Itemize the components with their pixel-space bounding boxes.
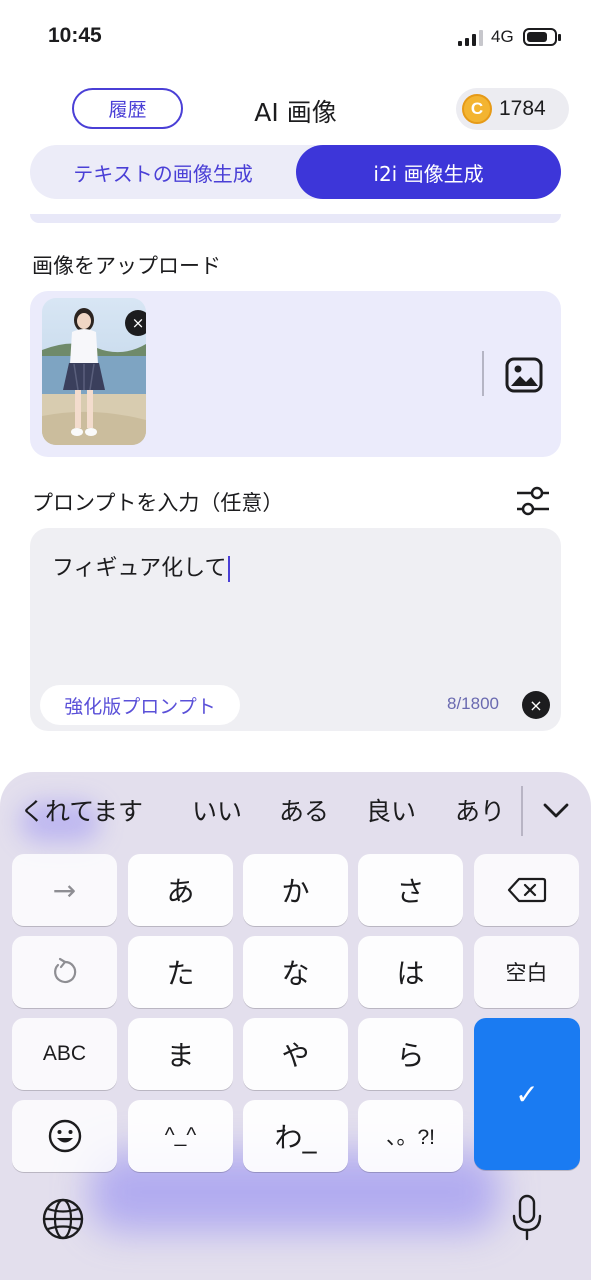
- text-caret: [228, 556, 231, 582]
- prompt-label: プロンプトを入力（任意）: [32, 491, 284, 515]
- suggestion-divider: [521, 786, 523, 836]
- scroll-edge: [30, 214, 561, 223]
- upload-card: ×: [30, 291, 561, 457]
- key-wa-row[interactable]: わ_: [243, 1100, 348, 1172]
- backspace-icon: [507, 877, 546, 903]
- backspace-key[interactable]: [474, 854, 579, 926]
- tab-text-to-image[interactable]: テキストの画像生成: [30, 145, 296, 199]
- chevron-down-icon[interactable]: [540, 796, 572, 824]
- punctuation-key[interactable]: 、。?!: [358, 1100, 463, 1172]
- remove-image-button[interactable]: ×: [125, 310, 146, 336]
- key-sa-row[interactable]: さ: [358, 854, 463, 926]
- undo-icon: [53, 957, 76, 984]
- key-a-row[interactable]: あ: [128, 854, 233, 926]
- prompt-text-wrap[interactable]: フィギュア化して: [52, 550, 231, 582]
- keyboard: くれてます いい ある 良い あり → あ か さ た な は 空白 ABC ま…: [0, 772, 591, 1280]
- gallery-icon[interactable]: [505, 357, 543, 393]
- status-bar: 10:45 4G: [0, 0, 591, 70]
- key-ka-row[interactable]: か: [243, 854, 348, 926]
- battery-icon: [523, 28, 561, 46]
- key-ya-row[interactable]: や: [243, 1018, 348, 1090]
- key-ta-row[interactable]: た: [128, 936, 233, 1008]
- key-na-row[interactable]: な: [243, 936, 348, 1008]
- suggestion-2[interactable]: いい: [192, 792, 242, 828]
- key-next-char[interactable]: →: [12, 854, 117, 926]
- suggestion-1[interactable]: くれてます: [20, 792, 143, 828]
- undo-key[interactable]: [12, 936, 117, 1008]
- prompt-value: フィギュア化して: [52, 556, 227, 581]
- key-ma-row[interactable]: ま: [128, 1018, 233, 1090]
- character-count: 8/1800: [447, 694, 499, 713]
- coin-count: 1784: [499, 97, 546, 120]
- cellular-signal-icon: [458, 30, 483, 46]
- emoji-icon: [48, 1119, 81, 1153]
- uploaded-image-thumbnail[interactable]: ×: [42, 298, 146, 445]
- suggestion-3[interactable]: ある: [279, 792, 329, 828]
- prompt-settings-icon[interactable]: [515, 484, 551, 518]
- checkmark-icon: ✓: [515, 1077, 539, 1111]
- network-type: 4G: [491, 27, 514, 46]
- key-ha-row[interactable]: は: [358, 936, 463, 1008]
- suggestion-bar: くれてます いい ある 良い あり: [0, 772, 591, 848]
- status-time: 10:45: [48, 24, 102, 47]
- coin-balance[interactable]: C 1784: [456, 88, 569, 130]
- enhanced-prompt-button[interactable]: 強化版プロンプト: [40, 685, 240, 725]
- globe-icon[interactable]: [40, 1196, 86, 1242]
- suggestion-5[interactable]: あり: [455, 792, 505, 828]
- upload-divider: [482, 351, 484, 396]
- abc-key[interactable]: ABC: [12, 1018, 117, 1090]
- key-ra-row[interactable]: ら: [358, 1018, 463, 1090]
- kaomoji-key[interactable]: ^_^: [128, 1100, 233, 1172]
- space-key[interactable]: 空白: [474, 936, 579, 1008]
- prompt-input[interactable]: フィギュア化して 強化版プロンプト 8/1800 ×: [30, 528, 561, 731]
- history-button[interactable]: 履歴: [72, 88, 183, 129]
- battery-level: [527, 32, 547, 42]
- clear-prompt-button[interactable]: ×: [522, 691, 550, 719]
- enter-key[interactable]: ✓: [474, 1018, 580, 1170]
- suggestion-4[interactable]: 良い: [366, 792, 416, 828]
- microphone-icon[interactable]: [510, 1194, 544, 1242]
- upload-label: 画像をアップロード: [32, 254, 221, 278]
- coin-icon: C: [462, 94, 492, 124]
- tab-image-to-image[interactable]: i2i 画像生成: [296, 145, 561, 199]
- emoji-key[interactable]: [12, 1100, 117, 1172]
- mode-tabs: テキストの画像生成 i2i 画像生成: [30, 145, 561, 199]
